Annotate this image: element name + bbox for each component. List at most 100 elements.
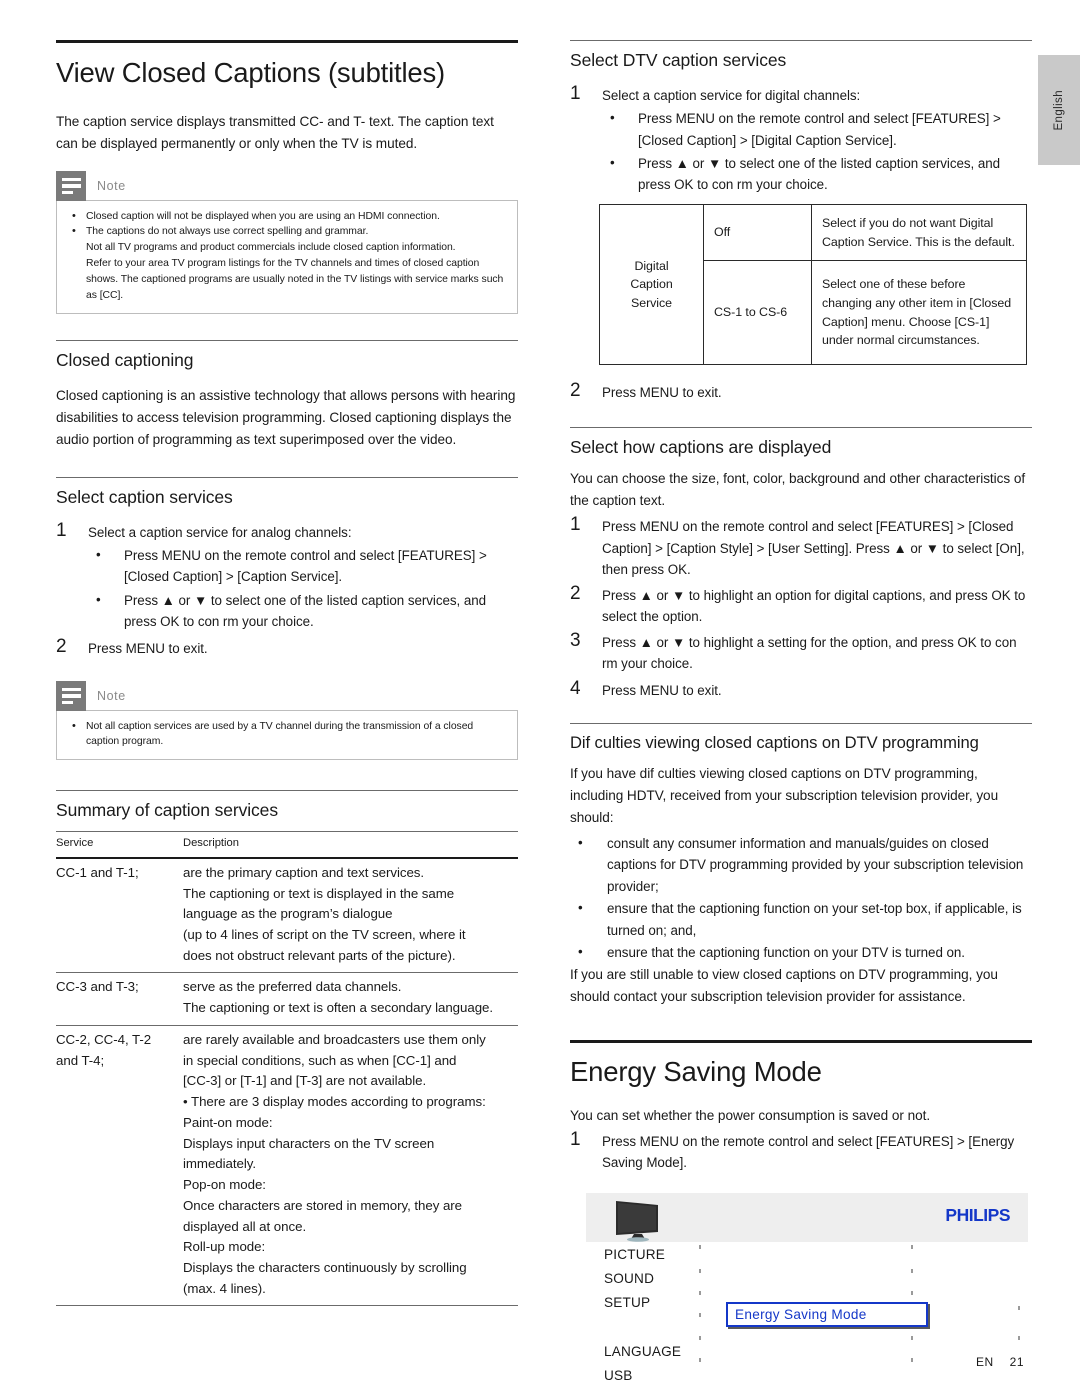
step-number: 1 bbox=[570, 1129, 581, 1151]
note-header: Note bbox=[56, 170, 518, 201]
step-bullet: Press MENU on the remote control and sel… bbox=[602, 107, 1032, 151]
desc-line: Displays the characters continuously by … bbox=[183, 1259, 467, 1275]
note-item: Refer to your area TV program listings f… bbox=[86, 258, 504, 301]
highlighted-menu-option-label: Energy Saving Mode bbox=[735, 1307, 867, 1323]
step-bullet: Press ▲ or ▼ to select one of the listed… bbox=[88, 589, 518, 633]
step-number: 1 bbox=[570, 514, 581, 536]
step-bullets: Press MENU on the remote control and sel… bbox=[88, 544, 518, 633]
desc-line: immediately. bbox=[183, 1156, 257, 1172]
heading-select-caption-services: Select caption services bbox=[56, 486, 233, 507]
energy-intro: You can set whether the power consumptio… bbox=[570, 1108, 931, 1124]
scan-dot bbox=[699, 1313, 701, 1318]
table-row: Digital Caption Service Off Select if you … bbox=[599, 203, 1027, 366]
scan-dot bbox=[1018, 1336, 1020, 1341]
heading-energy-saving-mode: Energy Saving Mode bbox=[570, 1056, 822, 1088]
menu-item-sound[interactable]: SOUND bbox=[604, 1272, 681, 1286]
step-text: Press ▲ or ▼ to highlight a setting for … bbox=[602, 635, 1017, 672]
cell-service: CC-1 and T-1; bbox=[56, 857, 183, 974]
cell-description: serve as the preferred data channels. Th… bbox=[183, 972, 518, 1026]
difficulties-outro: If you are still unable to view closed c… bbox=[570, 967, 998, 1005]
energy-rule bbox=[570, 1040, 1032, 1044]
cell-option-description: Select one of these before changing any … bbox=[811, 260, 1027, 366]
select-dtv-steps: 1 Select a caption service for digital c… bbox=[570, 83, 1032, 196]
tv-menu-graphic: PHILIPS PICTURE SOUND SETUP LANGUAGE USB bbox=[586, 1193, 1028, 1382]
menu-item-language[interactable]: LANGUAGE bbox=[604, 1345, 681, 1359]
desc-line: (max. 4 lines). bbox=[183, 1280, 266, 1296]
menu-item-setup[interactable]: SETUP bbox=[604, 1295, 681, 1310]
menu-item-usb[interactable]: USB bbox=[604, 1369, 681, 1383]
table-row: CC-3 and T-3; serve as the preferred dat… bbox=[56, 972, 518, 1026]
dtv-table-body: Digital Caption Service Off Select if you … bbox=[599, 203, 1027, 366]
heading-closed-captioning: Closed captioning bbox=[56, 349, 194, 370]
step-item: 1 Press MENU on the remote control and s… bbox=[570, 514, 1032, 580]
footer-page-number: 21 bbox=[1009, 1355, 1024, 1369]
desc-line: are rarely available and broadcasters us… bbox=[183, 1031, 486, 1047]
how-displayed-steps: 1 Press MENU on the remote control and s… bbox=[570, 514, 1032, 701]
desc-line: serve as the preferred data channels. bbox=[183, 979, 402, 995]
step-text: Press MENU to exit. bbox=[602, 682, 722, 698]
desc-line: Pop-on mode: bbox=[183, 1177, 266, 1193]
desc-line: • There are 3 display modes according to… bbox=[183, 1094, 486, 1110]
cell-service: CC-3 and T-3; bbox=[56, 972, 183, 1026]
section-rule-summary bbox=[56, 790, 518, 792]
scan-dot bbox=[699, 1291, 701, 1296]
desc-line: Paint-on mode: bbox=[183, 1114, 273, 1130]
difficulties-intro: If you have dif culties viewing closed c… bbox=[570, 765, 999, 825]
step-item: 2 Press MENU to exit. bbox=[570, 380, 1032, 403]
section-rule-select-dtv bbox=[570, 40, 1032, 41]
section-rule-closed-captioning bbox=[56, 339, 518, 341]
difficulties-bullets: consult any consumer information and man… bbox=[570, 832, 1032, 964]
desc-line: (up to 4 lines of script on the TV scree… bbox=[183, 926, 466, 942]
scan-dot bbox=[911, 1358, 913, 1363]
manual-page: English View Closed Captions (subtitles)… bbox=[0, 0, 1080, 1397]
step-text: Select a caption service for digital cha… bbox=[602, 88, 861, 103]
language-tab: English bbox=[1038, 55, 1080, 165]
cell-option: CS-1 to CS-6 bbox=[703, 260, 812, 366]
table-header-row: Service Description bbox=[56, 831, 518, 859]
left-column: View Closed Captions (subtitles) The cap… bbox=[56, 40, 518, 1307]
step-item: 1 Select a caption service for analog ch… bbox=[56, 520, 518, 633]
cell-description: are the primary caption and text service… bbox=[183, 857, 518, 974]
section-rule-how-displayed bbox=[570, 427, 1032, 429]
heading-select-how-captions-are-displayed: Select how captions are displayed bbox=[570, 437, 832, 458]
cell-option-description: Select if you do not want Digital Captio… bbox=[811, 203, 1027, 262]
note-icon bbox=[56, 170, 86, 201]
select-caption-services-steps: 1 Select a caption service for analog ch… bbox=[56, 520, 518, 659]
difficulty-bullet: ensure that the captioning function on y… bbox=[570, 941, 1032, 963]
step-text: Press ▲ or ▼ to highlight an option for … bbox=[602, 587, 1026, 625]
step-item: 2 Press MENU to exit. bbox=[56, 636, 518, 659]
menu-spacer bbox=[604, 1319, 681, 1335]
step-text: Select a caption service for analog chan… bbox=[88, 524, 352, 540]
page-title: View Closed Captions (subtitles) bbox=[56, 57, 445, 88]
scan-dot bbox=[1018, 1306, 1020, 1311]
note-list: Not all caption services are used by a T… bbox=[69, 718, 505, 751]
summary-table: Service Description CC-1 and T-1; are th… bbox=[56, 831, 518, 1307]
step-text: Press MENU to exit. bbox=[602, 385, 722, 401]
step-item: 1 Press MENU on the remote control and s… bbox=[570, 1129, 1032, 1173]
desc-line: [CC-3] or [T-1] and [T-3] are not availa… bbox=[183, 1073, 427, 1089]
difficulty-bullet: consult any consumer information and man… bbox=[570, 832, 1032, 897]
highlighted-menu-option[interactable]: Energy Saving Mode bbox=[726, 1302, 928, 1328]
desc-line: Roll-up mode: bbox=[183, 1239, 266, 1255]
page-footer: EN 21 bbox=[976, 1355, 1024, 1369]
step-item: 4 Press MENU to exit. bbox=[570, 678, 1032, 701]
desc-line: Once characters are stored in memory, th… bbox=[183, 1197, 463, 1213]
desc-line: are the primary caption and text service… bbox=[183, 864, 425, 880]
language-tab-label: English bbox=[1053, 89, 1065, 131]
step-text: Press MENU on the remote control and sel… bbox=[602, 1134, 1015, 1171]
step-text: Press MENU on the remote control and sel… bbox=[602, 519, 1025, 577]
table-row: CC-2, CC-4, T-2 and T-4; are rarely avail… bbox=[56, 1025, 518, 1307]
tv-menu-items: PICTURE SOUND SETUP LANGUAGE USB bbox=[604, 1248, 681, 1392]
note-item: Closed caption will not be displayed whe… bbox=[69, 208, 505, 225]
summary-table-head: Service Description bbox=[56, 831, 518, 859]
desc-line: language as the program’s dialogue bbox=[183, 906, 393, 922]
step-bullet: Press ▲ or ▼ to select one of the listed… bbox=[602, 152, 1032, 196]
cell-service: CC-2, CC-4, T-2 and T-4; bbox=[56, 1025, 183, 1307]
scan-dot bbox=[911, 1336, 913, 1341]
select-dtv-steps-2: 2 Press MENU to exit. bbox=[570, 380, 1032, 403]
step-item: 2 Press ▲ or ▼ to highlight an option fo… bbox=[570, 583, 1032, 627]
step-item: 1 Select a caption service for digital c… bbox=[570, 83, 1032, 196]
scan-dot bbox=[699, 1336, 701, 1341]
note-body: Closed caption will not be displayed whe… bbox=[56, 199, 518, 314]
menu-item-picture[interactable]: PICTURE bbox=[604, 1248, 681, 1262]
